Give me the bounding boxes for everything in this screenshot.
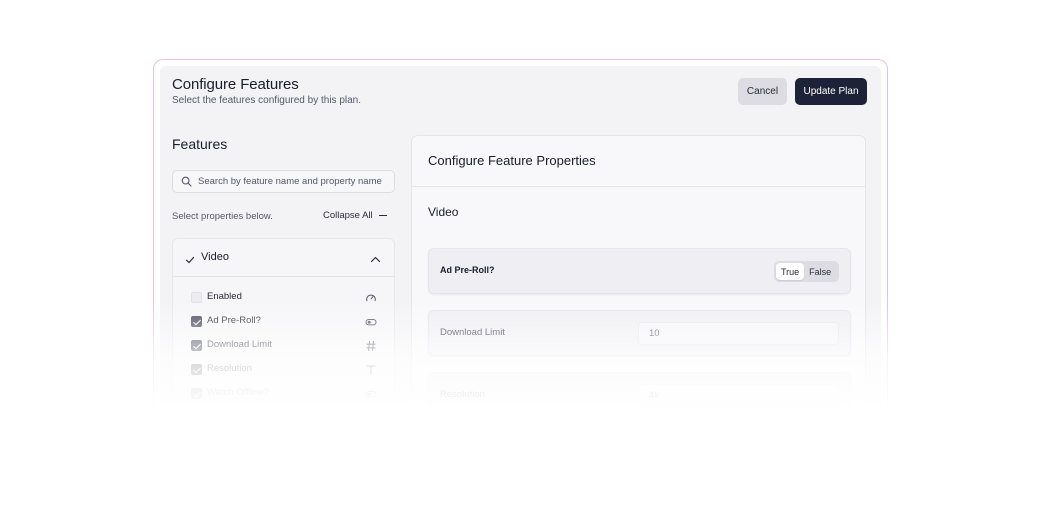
- property-label: Download Limit: [207, 339, 272, 350]
- property-label: Enabled: [207, 291, 242, 302]
- collapse-all-label: Collapse All: [323, 210, 373, 221]
- search-input[interactable]: [198, 176, 388, 187]
- update-plan-button[interactable]: Update Plan: [795, 78, 867, 105]
- divider: [412, 186, 865, 187]
- resolution-input[interactable]: [638, 384, 839, 407]
- dialog-subtitle: Select the features configured by this p…: [172, 95, 362, 106]
- cancel-button[interactable]: Cancel: [738, 78, 787, 105]
- select-hint: Select properties below.: [172, 211, 273, 222]
- property-label: Watch Offline?: [207, 387, 269, 398]
- property-row-ad-pre-roll[interactable]: Ad Pre-Roll?: [173, 310, 394, 334]
- features-heading: Features: [172, 136, 228, 152]
- properties-section-title: Video: [428, 205, 459, 219]
- property-checkbox[interactable]: [191, 316, 202, 327]
- property-checkbox[interactable]: [191, 364, 202, 375]
- feature-group-header[interactable]: Video: [173, 239, 394, 277]
- property-card-label: Ad Pre-Roll?: [440, 265, 495, 275]
- feature-group-label: Video: [201, 251, 229, 263]
- feature-properties-panel: Configure Feature Properties Video Ad Pr…: [411, 135, 866, 419]
- modal-frame: Configure Features Select the features c…: [153, 59, 888, 419]
- property-checkbox[interactable]: [191, 340, 202, 351]
- search-icon: [181, 176, 192, 187]
- text-icon: [365, 364, 377, 376]
- property-row-resolution[interactable]: Resolution: [173, 358, 394, 382]
- toggle-icon: [365, 388, 377, 400]
- feature-search[interactable]: [172, 170, 395, 193]
- toggle-false-button[interactable]: False: [804, 263, 836, 280]
- boolean-toggle: True False: [774, 261, 839, 282]
- download-limit-input[interactable]: [638, 322, 839, 345]
- check-icon: [185, 252, 195, 264]
- feature-group-video: Video Enabled Ad Pre-Roll? Download Limi…: [172, 238, 395, 419]
- dialog-title: Configure Features: [172, 76, 299, 93]
- hash-icon: [365, 340, 377, 352]
- property-card-resolution: Resolution: [428, 372, 851, 418]
- property-checkbox[interactable]: [191, 388, 202, 399]
- minus-icon: [378, 214, 387, 217]
- property-row-download-limit[interactable]: Download Limit: [173, 334, 394, 358]
- properties-panel-title: Configure Feature Properties: [428, 153, 596, 168]
- toggle-icon: [365, 316, 377, 328]
- property-label: Resolution: [207, 363, 252, 374]
- property-card-label: Download Limit: [440, 327, 505, 338]
- property-card-download-limit: Download Limit: [428, 310, 851, 356]
- property-card-ad-pre-roll: Ad Pre-Roll? True False: [428, 248, 851, 294]
- property-card-label: Resolution: [440, 389, 485, 400]
- toggle-true-button[interactable]: True: [776, 263, 805, 280]
- property-label: Ad Pre-Roll?: [207, 315, 261, 326]
- property-checkbox[interactable]: [191, 292, 202, 303]
- gauge-icon: [365, 292, 377, 304]
- collapse-all-button[interactable]: Collapse All: [323, 210, 387, 221]
- property-row-enabled[interactable]: Enabled: [173, 286, 394, 310]
- configure-features-dialog: Configure Features Select the features c…: [160, 66, 881, 419]
- property-row-watch-offline[interactable]: Watch Offline?: [173, 382, 394, 406]
- chevron-up-icon[interactable]: [370, 252, 381, 263]
